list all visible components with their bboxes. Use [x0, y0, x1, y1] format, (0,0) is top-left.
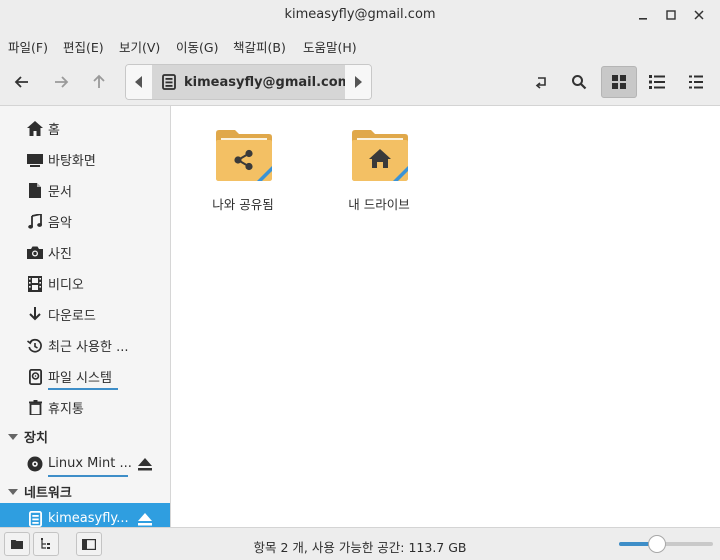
sidebar-item-google-drive[interactable]: kimeasyfly... — [0, 503, 170, 527]
network-drive-icon — [162, 74, 176, 90]
disk-usage-bar — [48, 388, 118, 390]
folder-shared-with-me[interactable]: 나와 공유됨 — [188, 110, 298, 212]
zoom-slider[interactable] — [619, 535, 713, 553]
menu-go[interactable]: 이동(G) — [176, 37, 218, 56]
sidebar-item-label: kimeasyfly... — [48, 511, 129, 526]
sidebar-item-label: 사진 — [48, 247, 72, 262]
menu-view[interactable]: 보기(V) — [119, 37, 160, 56]
menu-file[interactable]: 파일(F) — [8, 37, 48, 56]
sidebar-item-label: 휴지통 — [48, 402, 84, 417]
sidebar-item-recent[interactable]: 최근 사용한 ... — [0, 330, 170, 361]
folder-my-drive[interactable]: 내 드라이브 — [324, 110, 434, 212]
section-network[interactable]: 네트워크 — [0, 479, 170, 503]
film-icon — [27, 275, 43, 292]
sidebar-item-trash[interactable]: 휴지통 — [0, 392, 170, 423]
menu-bar: 파일(F) 편집(E) 보기(V) 이동(G) 책갈피(B) 도움말(H) — [0, 30, 720, 58]
file-view: 나와 공유됨 내 드라이브 — [171, 106, 720, 527]
show-treeview-button[interactable] — [33, 532, 59, 556]
sidebar-item-label: 음악 — [48, 216, 72, 231]
download-icon — [27, 307, 43, 323]
sidebar-item-label: Linux Mint ... — [48, 456, 132, 471]
compact-view-icon — [689, 75, 703, 89]
sidebar: 홈 바탕화면 문서 음악 사진 비디오 다운로드 최근 사용한 ... 파일 시… — [0, 106, 171, 527]
recent-icon — [27, 338, 43, 354]
toolbar: kimeasyfly@gmail.com — [0, 58, 720, 106]
status-bar: 항목 2 개, 사용 가능한 공간: 113.7 GB — [0, 527, 720, 560]
camera-icon — [27, 245, 43, 261]
sidebar-item-downloads[interactable]: 다운로드 — [0, 299, 170, 330]
expander-arrow-icon[interactable] — [8, 431, 18, 441]
drive-icon — [27, 368, 43, 385]
desktop-icon — [27, 152, 43, 168]
sidebar-toggle-icon — [82, 538, 96, 550]
sidebar-item-filesystem[interactable]: 파일 시스템 — [0, 361, 170, 392]
disc-icon — [27, 456, 43, 472]
zoom-slider-handle[interactable] — [647, 535, 666, 553]
location-bar: kimeasyfly@gmail.com — [125, 64, 372, 100]
tree-icon — [40, 538, 52, 550]
expander-arrow-icon[interactable] — [8, 486, 18, 496]
document-icon — [27, 183, 43, 199]
music-icon — [27, 214, 43, 230]
toggle-location-entry-icon[interactable] — [530, 70, 554, 94]
menu-edit[interactable]: 편집(E) — [63, 37, 104, 56]
close-icon[interactable] — [690, 6, 708, 24]
search-icon[interactable] — [567, 70, 591, 94]
sidebar-item-home[interactable]: 홈 — [0, 113, 170, 144]
eject-icon[interactable] — [137, 512, 153, 526]
file-name: 내 드라이브 — [348, 197, 410, 212]
sidebar-item-label: 문서 — [48, 185, 72, 200]
sidebar-item-label: 최근 사용한 ... — [48, 340, 129, 355]
sidebar-item-linux-mint-disc[interactable]: Linux Mint ... — [0, 448, 170, 479]
back-arrow-icon[interactable] — [10, 70, 34, 94]
folder-icon — [11, 539, 23, 549]
sidebar-item-videos[interactable]: 비디오 — [0, 268, 170, 299]
sidebar-item-label: 홈 — [48, 123, 60, 138]
path-crumb-current[interactable]: kimeasyfly@gmail.com — [152, 65, 351, 99]
section-label: 네트워크 — [24, 485, 72, 501]
disk-usage-bar — [48, 475, 128, 477]
eject-icon[interactable] — [137, 457, 153, 471]
folder-icon — [215, 126, 273, 184]
path-label: kimeasyfly@gmail.com — [184, 74, 352, 90]
forward-arrow-icon[interactable] — [49, 70, 73, 94]
sidebar-item-label: 바탕화면 — [48, 154, 96, 169]
network-drive-icon — [27, 510, 43, 527]
icon-view-button[interactable] — [601, 66, 637, 98]
menu-bookmarks[interactable]: 책갈피(B) — [233, 37, 286, 56]
list-view-button[interactable] — [639, 66, 675, 98]
trash-icon — [27, 400, 43, 416]
list-view-icon — [649, 75, 665, 89]
grid-view-icon — [612, 75, 626, 89]
window-title: kimeasyfly@gmail.com — [284, 7, 436, 22]
compact-view-button[interactable] — [678, 66, 714, 98]
section-devices[interactable]: 장치 — [0, 424, 170, 448]
home-icon — [27, 121, 43, 137]
sidebar-item-documents[interactable]: 문서 — [0, 175, 170, 206]
title-bar: kimeasyfly@gmail.com — [0, 0, 720, 30]
hide-sidebar-button[interactable] — [76, 532, 102, 556]
sidebar-item-label: 파일 시스템 — [48, 371, 112, 386]
status-text: 항목 2 개, 사용 가능한 공간: 113.7 GB — [253, 540, 467, 555]
sidebar-item-music[interactable]: 음악 — [0, 206, 170, 237]
path-scroll-right-icon[interactable] — [345, 65, 371, 99]
sidebar-item-label: 다운로드 — [48, 309, 96, 324]
sidebar-item-desktop[interactable]: 바탕화면 — [0, 144, 170, 175]
maximize-icon[interactable] — [662, 6, 680, 24]
sidebar-item-pictures[interactable]: 사진 — [0, 237, 170, 268]
section-label: 장치 — [24, 430, 48, 446]
menu-help[interactable]: 도움말(H) — [303, 37, 357, 56]
minimize-icon[interactable] — [634, 6, 652, 24]
up-arrow-icon[interactable] — [87, 70, 111, 94]
file-name: 나와 공유됨 — [212, 197, 274, 212]
path-scroll-left-icon[interactable] — [126, 65, 152, 99]
folder-icon — [351, 126, 409, 184]
show-places-button[interactable] — [4, 532, 30, 556]
sidebar-item-label: 비디오 — [48, 278, 84, 293]
